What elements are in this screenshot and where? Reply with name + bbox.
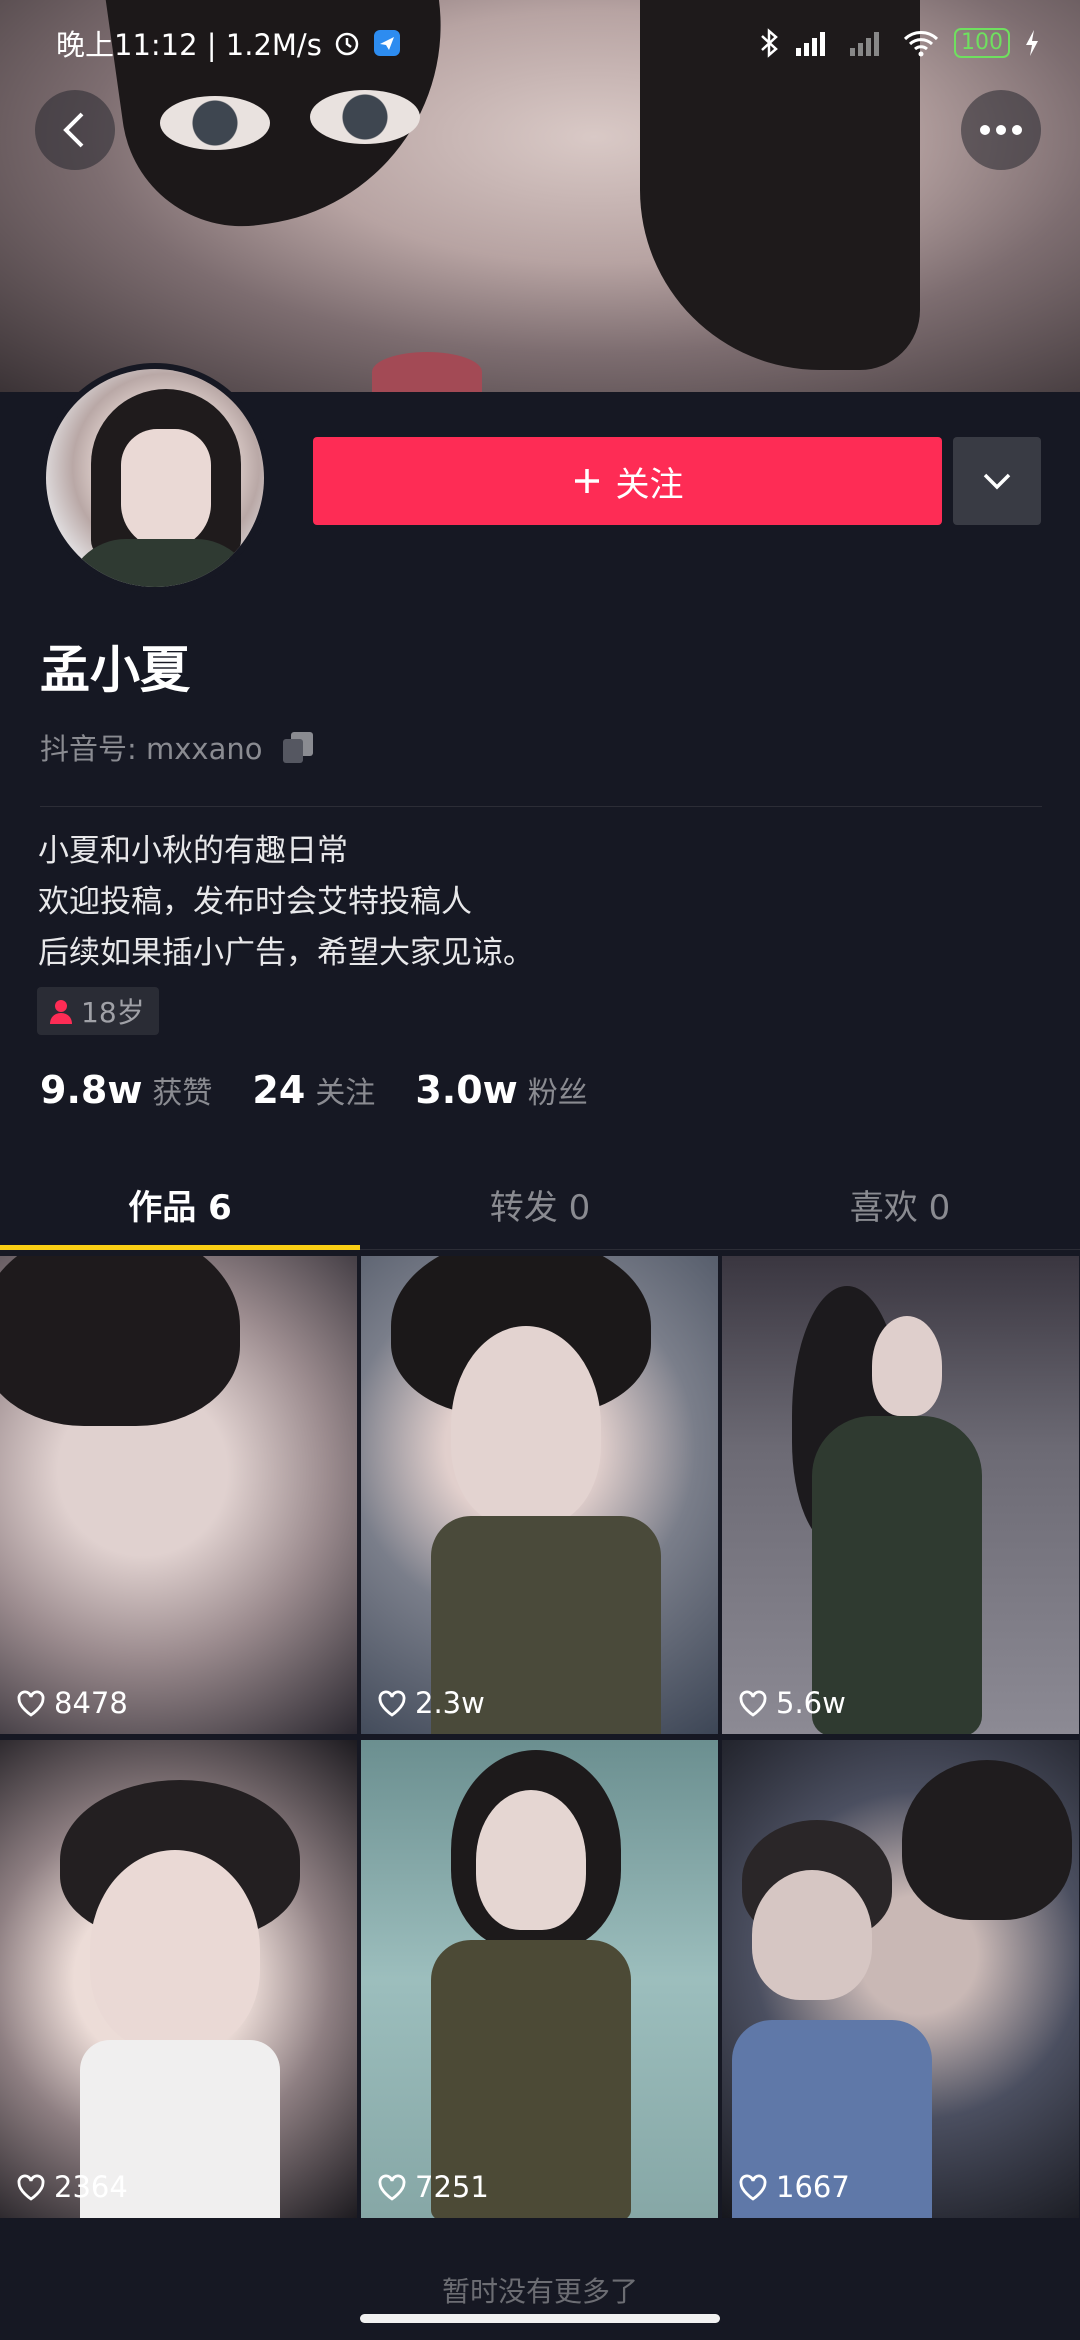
bio: 小夏和小秋的有趣日常 欢迎投稿，发布时会艾特投稿人 后续如果插小广告，希望大家见… — [38, 826, 534, 979]
copy-icon[interactable] — [280, 729, 316, 765]
video-likes: 2364 — [16, 2170, 128, 2204]
following-count[interactable]: 24 — [252, 1068, 305, 1112]
bluetooth-icon — [761, 28, 778, 58]
signal-icon-2 — [850, 32, 879, 56]
more-dots-icon — [980, 125, 1022, 135]
back-button[interactable] — [35, 90, 115, 170]
profile-name: 孟小夏 — [40, 641, 190, 699]
video-thumbnail[interactable]: 5.6w — [722, 1256, 1079, 1734]
follow-label: 关注 — [615, 464, 684, 505]
profile-screen: { "status_bar": { "time_speed": "晚上11:12… — [0, 0, 1080, 2340]
bio-line: 欢迎投稿，发布时会艾特投稿人 — [38, 884, 472, 920]
video-likes: 1667 — [738, 2170, 850, 2204]
tab-works[interactable]: 作品 6 — [0, 1160, 360, 1250]
video-thumbnail[interactable]: 8478 — [0, 1256, 357, 1734]
female-user-icon — [50, 1000, 72, 1024]
heart-icon — [17, 2174, 45, 2201]
age-tag: 18岁 — [37, 987, 159, 1035]
status-bar: 晚上11:12 | 1.2M/s 100 — [0, 0, 1080, 86]
battery-indicator: 100 — [954, 28, 1010, 58]
heart-icon — [739, 1690, 767, 1717]
tab-likes[interactable]: 喜欢 0 — [720, 1160, 1080, 1249]
content-tabs: 作品 6 转发 0 喜欢 0 — [0, 1160, 1080, 1250]
followers-label: 粉丝 — [527, 1076, 588, 1111]
bio-line: 后续如果插小广告，希望大家见谅。 — [38, 935, 534, 971]
alarm-icon — [335, 32, 359, 56]
home-indicator[interactable] — [360, 2314, 720, 2323]
douyin-id: 抖音号: mxxano — [40, 732, 263, 766]
chevron-left-icon — [63, 112, 84, 148]
video-thumbnail[interactable]: 2.3w — [361, 1256, 718, 1734]
signal-icon — [796, 32, 825, 56]
douyin-id-row: 抖音号: mxxano — [40, 726, 316, 768]
likes-count[interactable]: 9.8w — [40, 1068, 142, 1112]
more-button[interactable] — [961, 90, 1041, 170]
video-grid: 8478 2.3w 5.6w 2364 7251 1667 — [0, 1256, 1080, 2218]
charging-icon — [1026, 30, 1038, 56]
heart-icon — [378, 1690, 406, 1717]
video-thumbnail[interactable]: 1667 — [722, 1740, 1079, 2218]
plus-icon — [574, 469, 599, 493]
stats-row: 9.8w 获赞 24 关注 3.0w 粉丝 — [40, 1068, 628, 1112]
likes-label: 获赞 — [152, 1076, 213, 1111]
video-thumbnail[interactable]: 2364 — [0, 1740, 357, 2218]
wifi-icon — [903, 31, 939, 57]
heart-icon — [739, 2174, 767, 2201]
heart-icon — [378, 2174, 406, 2201]
video-likes: 8478 — [16, 1686, 128, 1720]
video-likes: 2.3w — [377, 1686, 485, 1720]
followers-count[interactable]: 3.0w — [415, 1068, 517, 1112]
notification-app-icon — [373, 30, 400, 56]
tab-reposts[interactable]: 转发 0 — [360, 1160, 720, 1249]
heart-icon — [17, 1690, 45, 1717]
chevron-down-icon — [983, 473, 1011, 490]
bio-line: 小夏和小秋的有趣日常 — [38, 833, 348, 869]
following-label: 关注 — [315, 1076, 376, 1111]
video-likes: 7251 — [377, 2170, 489, 2204]
age-label: 18岁 — [81, 996, 145, 1029]
video-likes: 5.6w — [738, 1686, 846, 1720]
video-thumbnail[interactable]: 7251 — [361, 1740, 718, 2218]
status-time: 晚上11:12 | 1.2M/s — [56, 28, 322, 62]
recommend-dropdown-button[interactable] — [953, 437, 1041, 525]
divider — [40, 806, 1042, 807]
follow-button[interactable]: 关注 — [313, 437, 942, 525]
no-more-text: 暂时没有更多了 — [441, 2275, 638, 2308]
avatar[interactable] — [40, 363, 270, 593]
